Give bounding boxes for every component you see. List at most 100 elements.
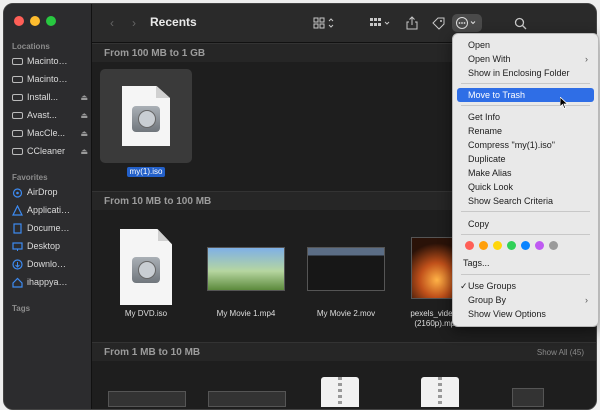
menu-item-open[interactable]: Open	[457, 38, 594, 52]
menu-item-show-search-criteria[interactable]: Show Search Criteria	[457, 194, 594, 208]
forward-button[interactable]: ›	[126, 14, 142, 32]
menu-item-group-by[interactable]: Group By ›	[457, 293, 594, 307]
menu-item-show-in-enclosing-folder[interactable]: Show in Enclosing Folder	[457, 66, 594, 80]
group-header: From 1 MB to 10 MB Show All (45)	[92, 342, 596, 361]
file-name: My DVD.iso	[124, 309, 168, 318]
zoom-window-button[interactable]	[46, 16, 56, 26]
window-title: Recents	[150, 15, 197, 29]
archive-icon[interactable]	[421, 377, 459, 407]
group-title: From 1 MB to 10 MB	[104, 346, 201, 358]
menu-item-label: Move to Trash	[468, 90, 526, 100]
menu-item-tags[interactable]: Tags...	[457, 256, 594, 270]
airdrop-icon	[12, 187, 23, 198]
menu-item-use-groups[interactable]: ✓ Use Groups	[457, 279, 594, 293]
menu-item-make-alias[interactable]: Make Alias	[457, 166, 594, 180]
sidebar-section-locations: Locations	[12, 42, 50, 51]
menu-item-duplicate[interactable]: Duplicate	[457, 152, 594, 166]
menu-item-get-info[interactable]: Get Info	[457, 110, 594, 124]
file-thumbnail[interactable]	[512, 388, 544, 407]
menu-item-label: Open With	[468, 54, 511, 64]
sidebar-item-macintosh-hd-2[interactable]: Macintosh...	[12, 71, 88, 87]
group-title: From 100 MB to 1 GB	[104, 47, 206, 59]
search-icon	[514, 17, 526, 29]
applications-icon	[12, 204, 23, 216]
share-icon	[406, 16, 418, 30]
menu-item-show-view-options[interactable]: Show View Options	[457, 307, 594, 321]
file-name: My Movie 1.mp4	[216, 309, 276, 318]
drive-icon	[12, 56, 23, 67]
archive-icon[interactable]	[321, 377, 359, 407]
group-button[interactable]	[366, 14, 396, 32]
file-item-my-movie-1[interactable]: My Movie 1.mp4	[198, 215, 294, 319]
sidebar-item-label: AirDrop	[27, 187, 58, 197]
sidebar-item-label: MacCle...	[27, 128, 66, 138]
sidebar-item-documents[interactable]: Documents	[12, 220, 88, 236]
close-window-button[interactable]	[14, 16, 24, 26]
menu-item-copy[interactable]: Copy	[457, 217, 594, 231]
eject-icon[interactable]: ⏏	[80, 111, 88, 120]
minimize-window-button[interactable]	[30, 16, 40, 26]
file-thumbnail[interactable]	[208, 391, 286, 407]
sidebar-item-downloads[interactable]: Downloads	[12, 256, 88, 272]
file-thumbnail	[98, 215, 194, 305]
search-button[interactable]	[512, 14, 528, 32]
sidebar-item-label: Downloads	[27, 259, 71, 269]
sidebar: Locations Macintosh... Macintosh... Inst…	[4, 4, 92, 409]
menu-separator	[461, 211, 590, 212]
more-actions-button[interactable]	[452, 14, 482, 32]
file-thumbnail	[198, 215, 294, 305]
sidebar-item-install[interactable]: Install... ⏏	[12, 89, 88, 105]
sidebar-item-label: Macintosh...	[27, 74, 71, 84]
sidebar-item-applications[interactable]: Applicatio...	[12, 202, 88, 218]
eject-icon[interactable]: ⏏	[80, 93, 88, 102]
eject-icon[interactable]: ⏏	[80, 147, 88, 156]
file-thumbnail[interactable]	[108, 391, 186, 407]
sidebar-item-airdrop[interactable]: AirDrop	[12, 184, 88, 200]
sidebar-item-ccleaner[interactable]: CCleaner ⏏	[12, 143, 88, 159]
sidebar-item-maccleaner[interactable]: MacCle... ⏏	[12, 125, 88, 141]
sidebar-item-label: Install...	[27, 92, 59, 102]
tag-color-purple[interactable]	[535, 241, 544, 250]
tag-color-red[interactable]	[465, 241, 474, 250]
file-item-my-movie-2[interactable]: My Movie 2.mov	[298, 215, 394, 319]
sidebar-item-label: Avast...	[27, 110, 57, 120]
sidebar-item-avast[interactable]: Avast... ⏏	[12, 107, 88, 123]
drive-icon	[12, 110, 23, 121]
tag-color-gray[interactable]	[549, 241, 558, 250]
sidebar-item-label: Desktop	[27, 241, 61, 251]
sidebar-item-label: CCleaner	[27, 146, 66, 156]
menu-item-rename[interactable]: Rename	[457, 124, 594, 138]
menu-item-move-to-trash[interactable]: Move to Trash	[457, 88, 594, 102]
checkmark-icon: ✓	[460, 281, 468, 291]
sidebar-item-label: ihappyace...	[27, 277, 71, 287]
menu-item-label: Quick Look	[468, 182, 514, 192]
tag-button[interactable]	[430, 14, 446, 32]
tag-color-yellow[interactable]	[493, 241, 502, 250]
tag-color-blue[interactable]	[521, 241, 530, 250]
chevron-right-icon: ›	[585, 54, 588, 64]
back-button[interactable]: ‹	[104, 14, 120, 32]
view-mode-button[interactable]	[310, 14, 340, 32]
show-all-button[interactable]: Show All (45)	[537, 348, 584, 357]
menu-item-open-with[interactable]: Open With ›	[457, 52, 594, 66]
share-button[interactable]	[404, 14, 420, 32]
menu-item-quick-look[interactable]: Quick Look	[457, 180, 594, 194]
sidebar-item-home[interactable]: ihappyace...	[12, 274, 88, 290]
file-item-my1-iso[interactable]: my(1).iso	[98, 69, 194, 177]
document-icon	[12, 222, 23, 234]
eject-icon[interactable]: ⏏	[80, 129, 88, 138]
desktop-icon	[12, 241, 23, 252]
file-item-my-dvd-iso[interactable]: My DVD.iso	[98, 215, 194, 319]
menu-item-label: Compress "my(1).iso"	[468, 140, 555, 150]
menu-item-label: Copy	[468, 219, 490, 229]
sidebar-item-macintosh-hd-1[interactable]: Macintosh...	[12, 53, 88, 69]
tag-color-orange[interactable]	[479, 241, 488, 250]
tag-color-green[interactable]	[507, 241, 516, 250]
grid-view-icon	[313, 17, 334, 29]
drive-icon	[12, 146, 23, 157]
drive-icon	[12, 74, 23, 85]
ellipsis-circle-icon	[456, 17, 476, 29]
sidebar-item-desktop[interactable]: Desktop	[12, 238, 88, 254]
menu-item-compress[interactable]: Compress "my(1).iso"	[457, 138, 594, 152]
disk-image-icon	[122, 86, 170, 146]
